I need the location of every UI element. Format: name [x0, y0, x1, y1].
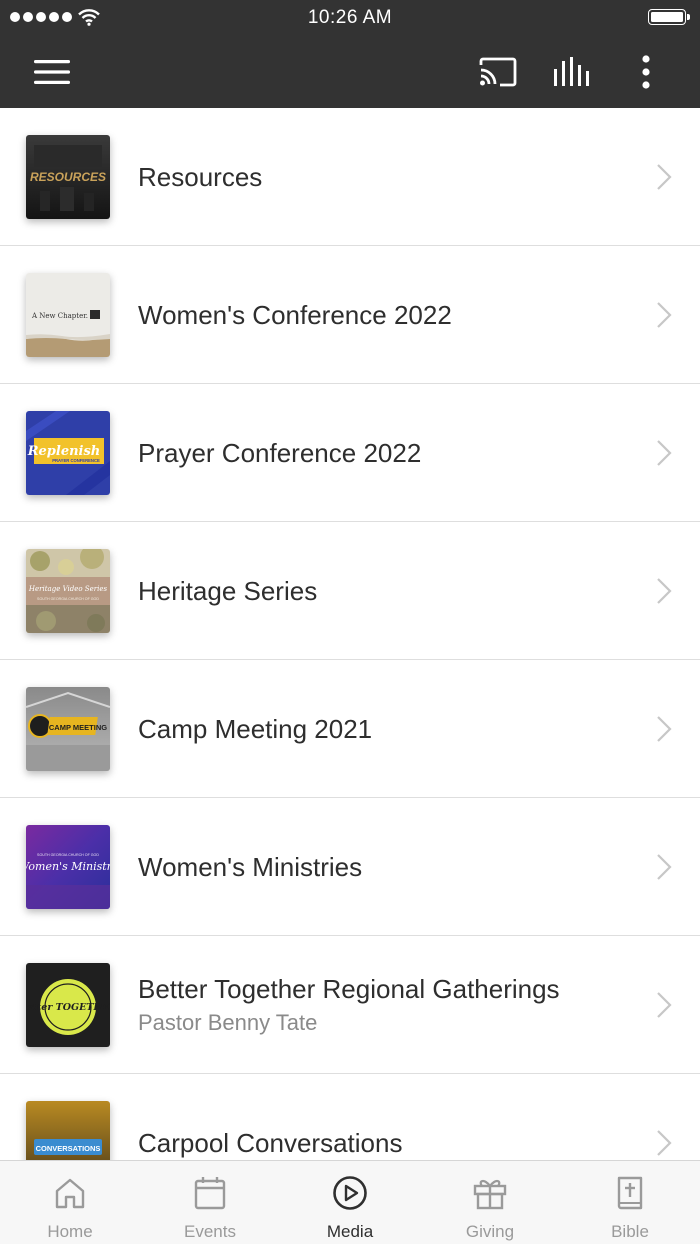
list-item-heritage-series[interactable]: Heritage Video Series SOUTH GEORGIA CHUR… [0, 522, 700, 660]
top-toolbar [0, 36, 700, 108]
item-title: Carpool Conversations [138, 1128, 403, 1158]
thumbnail-womens-ministries: SOUTH GEORGIA CHURCH OF GOD Women's Mini… [26, 825, 110, 909]
chevron-right-icon [657, 716, 672, 742]
gift-icon [473, 1180, 507, 1210]
svg-text:SOUTH GEORGIA CHURCH OF GOD: SOUTH GEORGIA CHURCH OF GOD [37, 597, 99, 601]
thumbnail-carpool-conversations: CONVERSATIONS [26, 1101, 110, 1160]
home-icon [55, 1178, 85, 1209]
item-title: Better Together Regional Gatherings [138, 974, 560, 1004]
svg-text:Heritage Video Series: Heritage Video Series [28, 585, 108, 593]
tab-bible[interactable]: Bible [560, 1161, 700, 1245]
svg-text:RESOURCES: RESOURCES [30, 170, 106, 184]
tab-label: Bible [611, 1222, 649, 1241]
chevron-right-icon [657, 992, 672, 1018]
status-bar: 10:26 AM [0, 0, 700, 36]
svg-text:A New Chapter.: A New Chapter. [31, 312, 88, 320]
svg-text:CONVERSATIONS: CONVERSATIONS [36, 1144, 101, 1153]
item-title: Heritage Series [138, 576, 318, 606]
tab-label: Media [326, 1222, 374, 1241]
item-title: Camp Meeting 2021 [138, 714, 373, 744]
svg-text:Better TOGETHER: Better TOGETHER [26, 1002, 110, 1013]
more-options-button[interactable] [624, 36, 668, 108]
item-title: Prayer Conference 2022 [138, 438, 422, 468]
chevron-right-icon [657, 1130, 672, 1156]
more-vertical-icon [642, 55, 650, 89]
item-subtitle: Pastor Benny Tate [138, 1010, 318, 1035]
audio-button[interactable] [544, 36, 600, 108]
item-title: Women's Ministries [138, 852, 363, 882]
media-list: RESOURCES Resources A New Chapter. Women… [0, 108, 700, 1160]
tab-media[interactable]: Media [280, 1161, 420, 1245]
list-item-better-together[interactable]: Better TOGETHER Better Together Regional… [0, 936, 700, 1074]
tab-label: Events [184, 1222, 236, 1241]
svg-text:PRAYER CONFERENCE: PRAYER CONFERENCE [52, 458, 100, 463]
calendar-icon [194, 1177, 226, 1210]
thumbnail-prayer-conference: Replenish PRAYER CONFERENCE [26, 411, 110, 495]
chevron-right-icon [657, 302, 672, 328]
chevron-right-icon [657, 854, 672, 880]
menu-button[interactable] [22, 36, 82, 108]
tab-label: Giving [465, 1222, 515, 1241]
cast-icon [479, 57, 517, 87]
thumbnail-better-together: Better TOGETHER [26, 963, 110, 1047]
list-item-prayer-conference-2022[interactable]: Replenish PRAYER CONFERENCE Prayer Confe… [0, 384, 700, 522]
equalizer-icon [554, 57, 589, 86]
bottom-tab-bar: Home Events Media Giving Bible [0, 1160, 700, 1244]
battery-icon [648, 9, 690, 25]
tab-home[interactable]: Home [0, 1161, 140, 1245]
status-time: 10:26 AM [307, 7, 393, 28]
chevron-right-icon [657, 164, 672, 190]
tab-events[interactable]: Events [140, 1161, 280, 1245]
item-title: Women's Conference 2022 [138, 300, 452, 330]
chevron-right-icon [657, 578, 672, 604]
hamburger-menu-icon [34, 60, 70, 84]
thumbnail-camp-meeting: CAMP MEETING [26, 687, 110, 771]
chevron-right-icon [657, 440, 672, 466]
list-item-resources[interactable]: RESOURCES Resources [0, 108, 700, 246]
item-title: Resources [138, 162, 263, 192]
play-circle-icon [333, 1176, 367, 1210]
tab-label: Home [47, 1222, 93, 1241]
list-item-womens-conference-2022[interactable]: A New Chapter. Women's Conference 2022 [0, 246, 700, 384]
list-item-carpool-conversations[interactable]: CONVERSATIONS Carpool Conversations [0, 1074, 700, 1160]
bible-icon [617, 1176, 643, 1210]
list-item-womens-ministries[interactable]: SOUTH GEORGIA CHURCH OF GOD Women's Mini… [0, 798, 700, 936]
svg-text:SOUTH GEORGIA CHURCH OF GOD: SOUTH GEORGIA CHURCH OF GOD [37, 853, 99, 857]
thumbnail-resources: RESOURCES [26, 135, 110, 219]
thumbnail-heritage-series: Heritage Video Series SOUTH GEORGIA CHUR… [26, 549, 110, 633]
svg-text:Replenish: Replenish [27, 444, 101, 459]
svg-text:CAMP MEETING: CAMP MEETING [49, 723, 107, 732]
svg-text:Women's Ministry: Women's Ministry [26, 860, 110, 873]
thumbnail-womens-conference: A New Chapter. [26, 273, 110, 357]
list-item-camp-meeting-2021[interactable]: CAMP MEETING Camp Meeting 2021 [0, 660, 700, 798]
cast-button[interactable] [470, 36, 526, 108]
tab-giving[interactable]: Giving [420, 1161, 560, 1245]
